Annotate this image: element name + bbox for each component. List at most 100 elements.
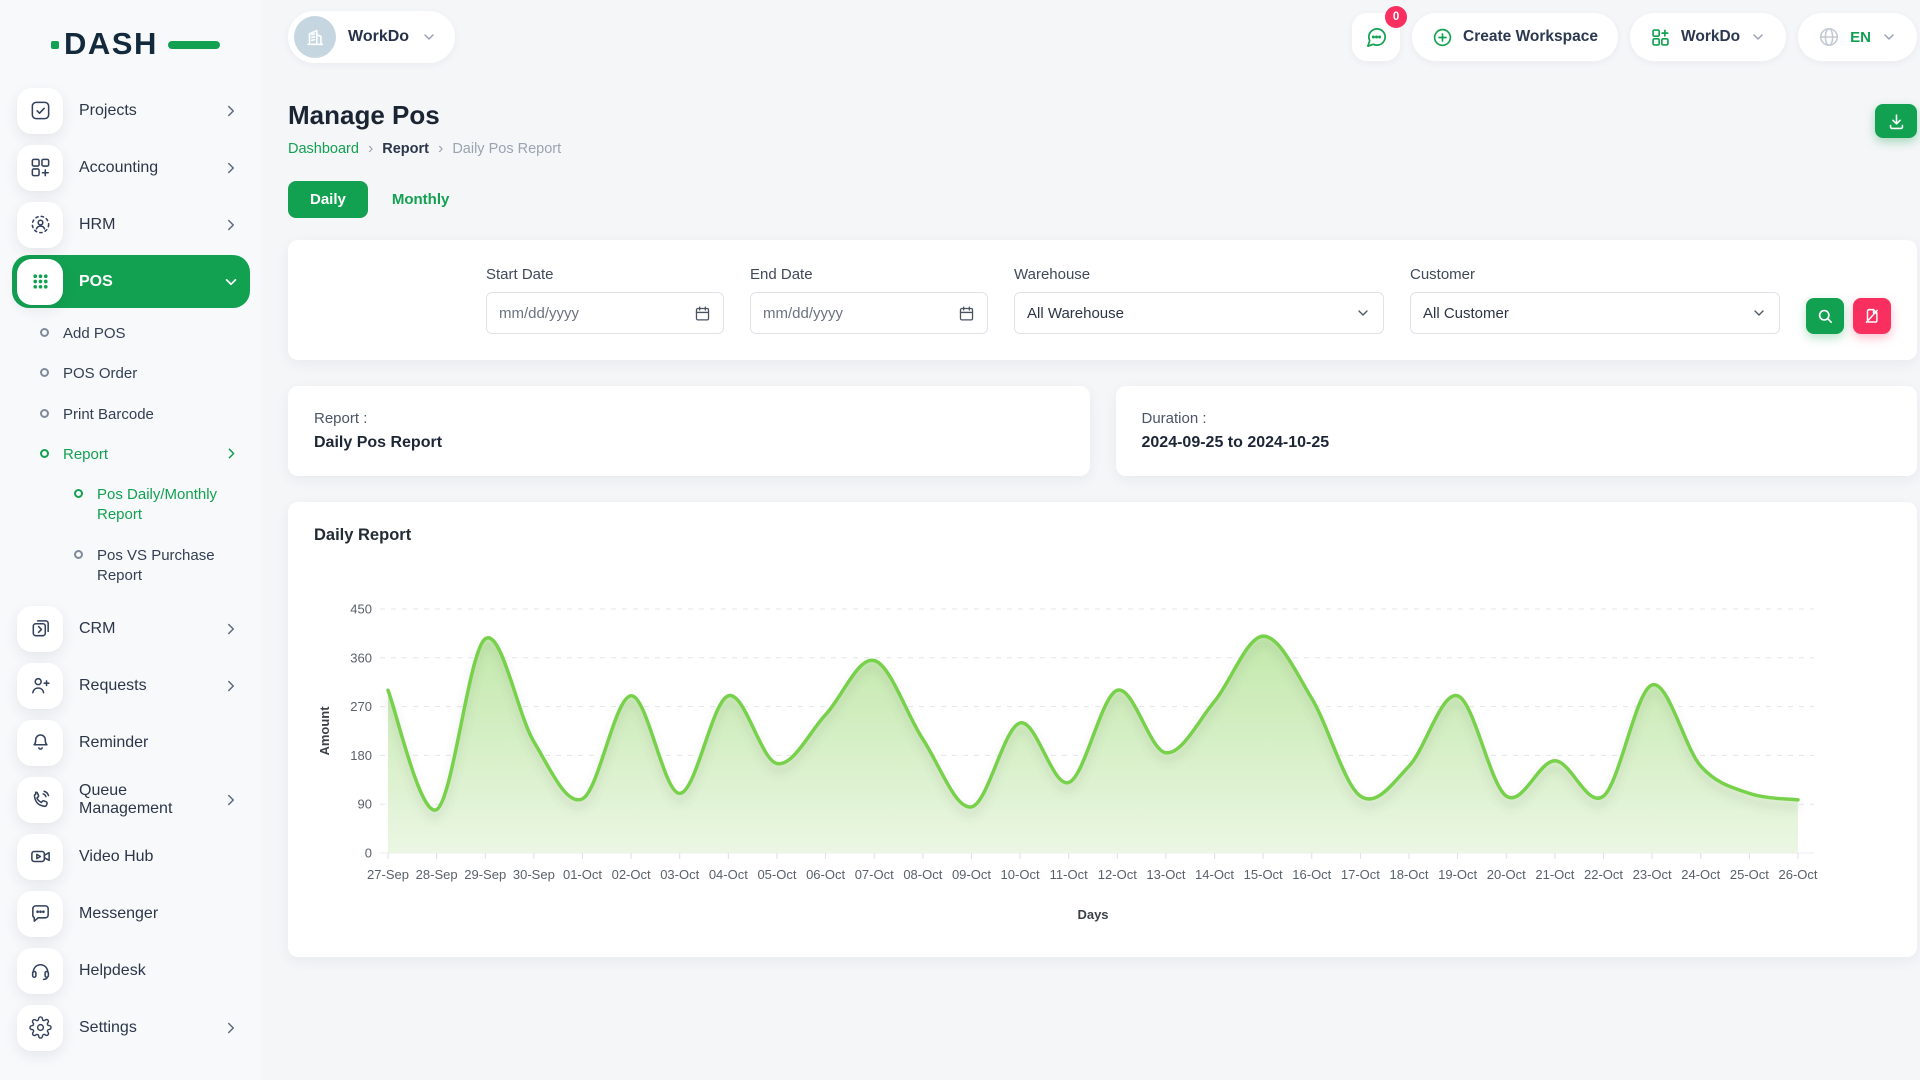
search-icon <box>1816 307 1834 325</box>
tab-daily[interactable]: Daily <box>288 181 368 218</box>
report-summary-card: Report : Daily Pos Report <box>288 386 1090 476</box>
sidebar-item-label: Video Hub <box>79 848 153 866</box>
end-date-input[interactable]: mm/dd/yyyy <box>750 292 988 334</box>
end-date-label: End Date <box>750 266 988 283</box>
user-plus-icon <box>17 663 63 709</box>
chevron-right-icon <box>222 1019 240 1037</box>
sidebar-item-messenger[interactable]: Messenger <box>12 887 250 940</box>
download-report-button[interactable] <box>1875 104 1917 138</box>
sidebar-item-label: Helpdesk <box>79 962 146 980</box>
svg-text:29-Sep: 29-Sep <box>464 867 506 882</box>
workspace-avatar <box>294 16 336 58</box>
svg-text:14-Oct: 14-Oct <box>1195 867 1234 882</box>
sidebar-item-hrm[interactable]: HRM <box>12 198 250 251</box>
sidebar-item-reminder[interactable]: Reminder <box>12 716 250 769</box>
customer-field: Customer All Customer <box>1410 266 1780 334</box>
breadcrumb-report-link[interactable]: Report <box>382 141 429 157</box>
sidebar-subitem-pos-order[interactable]: POS Order <box>12 354 250 394</box>
sidebar-item-requests[interactable]: Requests <box>12 659 250 712</box>
chevron-down-icon <box>421 29 437 45</box>
sidebar-subitem-pos-vs-purchase-report[interactable]: Pos VS Purchase Report <box>12 536 250 597</box>
headset-icon <box>17 948 63 994</box>
duration-label: Duration : <box>1142 410 1892 427</box>
sidebar-subitem-pos-daily-monthly-report[interactable]: Pos Daily/Monthly Report <box>12 475 250 536</box>
warehouse-select[interactable]: All Warehouse <box>1014 292 1384 334</box>
sidebar-item-settings[interactable]: Settings <box>12 1001 250 1054</box>
calendar-icon <box>694 305 711 322</box>
summary-row: Report : Daily Pos Report Duration : 202… <box>288 386 1917 476</box>
notifications-button[interactable]: 0 <box>1352 13 1400 61</box>
workdo-menu-label: WorkDo <box>1681 28 1740 46</box>
svg-text:05-Oct: 05-Oct <box>757 867 796 882</box>
main-area: WorkDo 0 Create Workspace WorkDo <box>262 0 1920 1080</box>
sidebar-item-projects[interactable]: Projects <box>12 84 250 137</box>
create-workspace-label: Create Workspace <box>1463 28 1598 46</box>
sidebar-item-label: CRM <box>79 620 115 638</box>
svg-text:27-Sep: 27-Sep <box>367 867 409 882</box>
logo[interactable]: DASH <box>64 22 194 66</box>
breadcrumb-dashboard-link[interactable]: Dashboard <box>288 141 359 157</box>
chevron-right-icon <box>222 159 240 177</box>
tab-monthly[interactable]: Monthly <box>384 181 458 218</box>
chevron-down-icon <box>222 273 240 291</box>
workspace-switcher[interactable]: WorkDo <box>288 11 455 63</box>
svg-text:90: 90 <box>358 797 372 812</box>
bullet-icon <box>40 368 49 377</box>
report-type-tabs: Daily Monthly <box>288 181 1917 218</box>
warehouse-field: Warehouse All Warehouse <box>1014 266 1384 334</box>
svg-text:Amount: Amount <box>317 706 332 756</box>
chart-wrap: 09018027036045027-Sep28-Sep29-Sep30-Sep0… <box>314 587 1891 927</box>
sidebar-subitem-report[interactable]: Report <box>12 435 250 475</box>
calendar-icon <box>958 305 975 322</box>
svg-text:20-Oct: 20-Oct <box>1487 867 1526 882</box>
filter-card: Start Date mm/dd/yyyy End Date mm/dd/yyy… <box>288 240 1917 360</box>
sidebar-item-label: Reminder <box>79 734 148 752</box>
sidebar-item-pos[interactable]: POS <box>12 255 250 308</box>
sidebar-item-crm[interactable]: CRM <box>12 602 250 655</box>
sidebar-subitem-print-barcode[interactable]: Print Barcode <box>12 395 250 435</box>
daily-report-chart: 09018027036045027-Sep28-Sep29-Sep30-Sep0… <box>314 587 1828 927</box>
topbar-right: 0 Create Workspace WorkDo EN <box>1352 13 1917 61</box>
svg-text:08-Oct: 08-Oct <box>903 867 942 882</box>
start-date-input[interactable]: mm/dd/yyyy <box>486 292 724 334</box>
svg-text:26-Oct: 26-Oct <box>1778 867 1817 882</box>
reset-filter-button[interactable] <box>1853 298 1891 334</box>
customer-select[interactable]: All Customer <box>1410 292 1780 334</box>
bullet-icon <box>40 328 49 337</box>
sidebar-nav: Projects Accounting HRM <box>0 84 262 1054</box>
sidebar-item-label: HRM <box>79 216 115 234</box>
video-camera-icon <box>17 834 63 880</box>
svg-text:18-Oct: 18-Oct <box>1390 867 1429 882</box>
chevron-right-icon <box>222 620 240 638</box>
person-scan-icon <box>17 202 63 248</box>
svg-text:16-Oct: 16-Oct <box>1292 867 1331 882</box>
workdo-menu-button[interactable]: WorkDo <box>1630 13 1786 61</box>
breadcrumb-current: Daily Pos Report <box>452 141 561 157</box>
sidebar-item-accounting[interactable]: Accounting <box>12 141 250 194</box>
chevron-right-icon <box>222 102 240 120</box>
sidebar-item-queue-management[interactable]: Queue Management <box>12 773 250 826</box>
create-workspace-button[interactable]: Create Workspace <box>1412 13 1618 61</box>
search-button[interactable] <box>1806 298 1844 334</box>
filter-actions <box>1806 298 1891 334</box>
sidebar-item-label: Projects <box>79 102 137 120</box>
sidebar-item-label: POS <box>79 273 113 291</box>
start-date-field: Start Date mm/dd/yyyy <box>486 266 724 334</box>
sidebar-item-label: Queue Management <box>79 782 206 818</box>
page-head: Manage Pos Dashboard › Report › Daily Po… <box>288 82 1917 157</box>
sidebar-item-helpdesk[interactable]: Helpdesk <box>12 944 250 997</box>
grid-plus-icon <box>17 145 63 191</box>
chevron-down-icon <box>1750 29 1766 45</box>
sidebar-item-video-hub[interactable]: Video Hub <box>12 830 250 883</box>
duration-summary-card: Duration : 2024-09-25 to 2024-10-25 <box>1116 386 1918 476</box>
chat-bubble-icon <box>17 891 63 937</box>
svg-text:02-Oct: 02-Oct <box>612 867 651 882</box>
daily-report-card: Daily Report 09018027036045027-Sep28-Sep… <box>288 502 1917 957</box>
pos-submenu: Add POS POS Order Print Barcode Report <box>12 312 250 602</box>
language-selector[interactable]: EN <box>1798 13 1917 61</box>
notification-count-badge: 0 <box>1385 6 1407 28</box>
svg-text:180: 180 <box>350 748 372 763</box>
sidebar-item-label: Settings <box>79 1019 137 1037</box>
svg-text:17-Oct: 17-Oct <box>1341 867 1380 882</box>
sidebar-subitem-add-pos[interactable]: Add POS <box>12 314 250 354</box>
